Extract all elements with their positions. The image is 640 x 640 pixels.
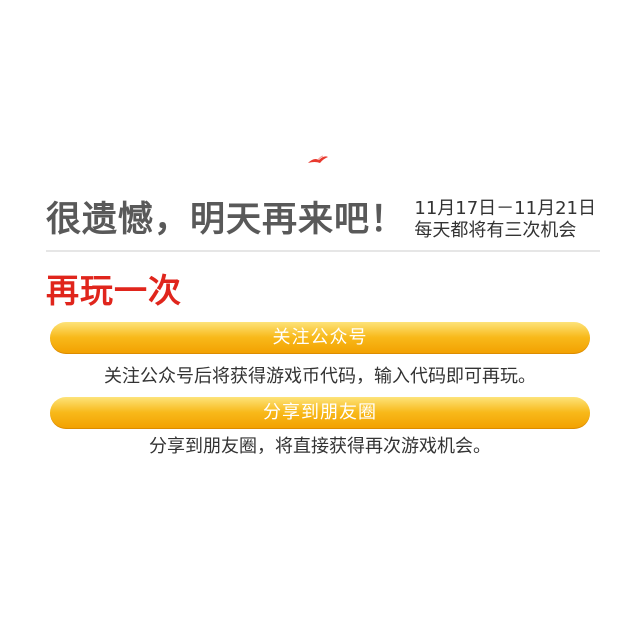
share-moments-button[interactable]: 分享到朋友圈 xyxy=(50,397,590,429)
event-date-range: 11月17日－11月21日 xyxy=(414,198,596,219)
result-headline: 很遗憾，明天再来吧！ xyxy=(46,200,407,240)
follow-account-description: 关注公众号后将获得游戏币代码，输入代码即可再玩。 xyxy=(104,366,536,387)
share-moments-description: 分享到朋友圈，将直接获得再次游戏机会。 xyxy=(149,436,491,457)
event-info: 11月17日－11月21日 每天都将有三次机会 xyxy=(414,198,596,242)
daily-chances-note: 每天都将有三次机会 xyxy=(414,220,577,241)
play-again-title: 再玩一次 xyxy=(46,271,182,310)
header-divider xyxy=(46,250,600,252)
follow-account-button[interactable]: 关注公众号 xyxy=(50,322,590,354)
result-header: 很遗憾，明天再来吧！ 11月17日－11月21日 每天都将有三次机会 xyxy=(46,196,598,246)
red-ribbon-icon xyxy=(308,155,328,163)
